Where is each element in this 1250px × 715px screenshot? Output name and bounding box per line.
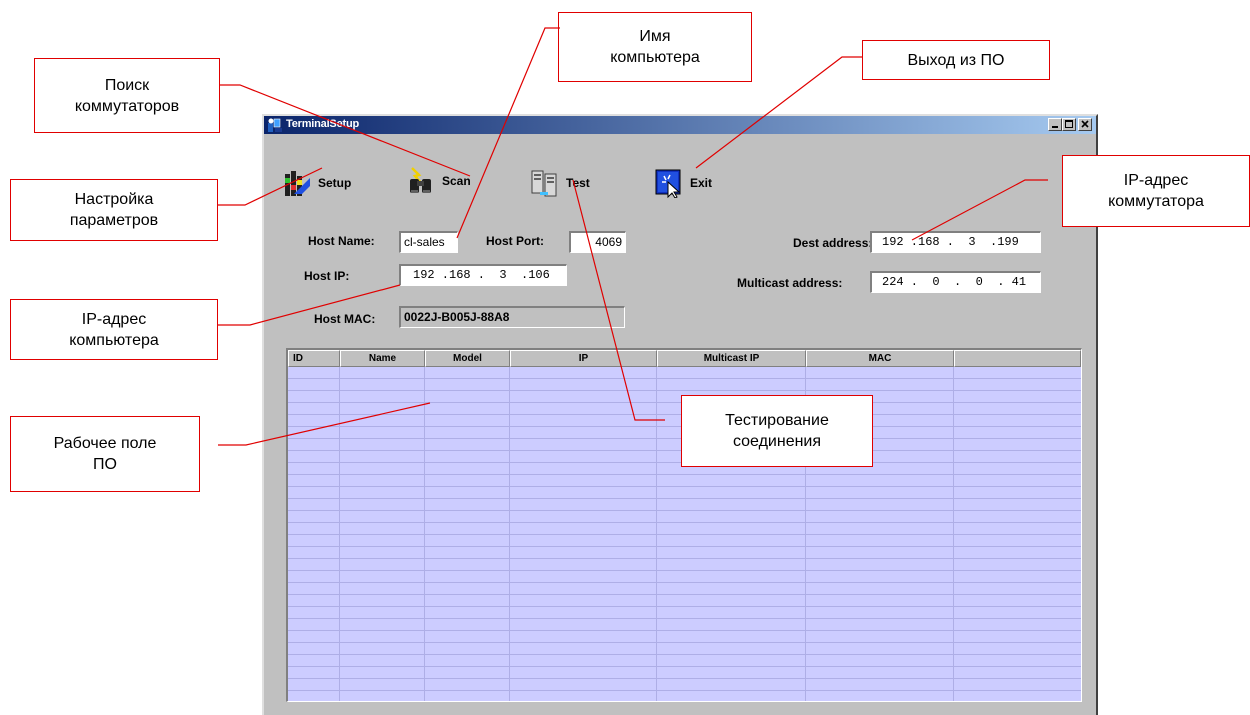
- host-ip-field[interactable]: 192 .168 . 3 .106: [399, 264, 567, 286]
- close-button[interactable]: [1078, 118, 1092, 131]
- column-header-extra[interactable]: [954, 350, 1081, 367]
- close-icon: [1081, 120, 1089, 128]
- title-bar[interactable]: TerminalSetup: [264, 116, 1096, 134]
- host-name-label: Host Name:: [308, 234, 375, 248]
- maximize-button[interactable]: [1062, 118, 1076, 131]
- test-label: Test: [566, 176, 590, 190]
- host-ip-label: Host IP:: [304, 269, 350, 283]
- table-header: ID Name Model IP Multicast IP MAC: [288, 350, 1081, 367]
- maximize-icon: [1065, 120, 1073, 128]
- scan-button[interactable]: Scan: [406, 166, 471, 196]
- host-mac-label: Host MAC:: [314, 312, 376, 326]
- callout-computer-ip: IP-адрес компьютера: [10, 299, 218, 360]
- exit-icon: [655, 169, 681, 198]
- host-name-field[interactable]: cl-sales: [399, 231, 458, 253]
- callout-workspace: Рабочее поле ПО: [10, 416, 200, 492]
- exit-label: Exit: [690, 176, 713, 190]
- callout-setup-params: Настройка параметров: [10, 179, 218, 241]
- window-title: TerminalSetup: [286, 118, 359, 130]
- callout-connection-test: Тестирование соединения: [681, 395, 873, 467]
- scan-label: Scan: [442, 174, 471, 188]
- dest-address-field[interactable]: 192 .168 . 3 .199: [870, 231, 1041, 253]
- callout-search-switches: Поиск коммутаторов: [34, 58, 220, 133]
- host-port-field[interactable]: 4069: [569, 231, 626, 253]
- dest-address-label: Dest address:: [793, 236, 873, 250]
- column-header-name[interactable]: Name: [340, 350, 425, 367]
- multicast-address-field[interactable]: 224 . 0 . 0 . 41: [870, 271, 1041, 293]
- minimize-icon: [1052, 126, 1058, 128]
- column-header-mac[interactable]: MAC: [806, 350, 954, 367]
- minimize-button[interactable]: [1048, 118, 1062, 131]
- column-header-id[interactable]: ID: [288, 350, 340, 367]
- test-button[interactable]: Test: [530, 168, 590, 198]
- computers-icon: [531, 170, 557, 197]
- column-header-ip[interactable]: IP: [510, 350, 657, 367]
- callout-exit: Выход из ПО: [862, 40, 1050, 80]
- callout-switch-ip: IP-адрес коммутатора: [1062, 155, 1250, 227]
- terminal-setup-window: TerminalSetup Setup Scan Test Exit Host …: [262, 114, 1098, 715]
- column-header-multicast-ip[interactable]: Multicast IP: [657, 350, 806, 367]
- setup-icon: [285, 171, 310, 196]
- column-header-model[interactable]: Model: [425, 350, 510, 367]
- host-mac-field: 0022J-B005J-88A8: [399, 306, 625, 328]
- binoculars-icon: [410, 167, 431, 193]
- terminal-setup-app-icon: [268, 118, 282, 132]
- exit-button[interactable]: Exit: [654, 168, 712, 198]
- setup-button[interactable]: Setup: [282, 168, 351, 198]
- host-port-label: Host Port:: [486, 234, 544, 248]
- multicast-address-label: Multicast address:: [737, 276, 843, 290]
- setup-label: Setup: [318, 176, 352, 190]
- callout-computer-name: Имя компьютера: [558, 12, 752, 82]
